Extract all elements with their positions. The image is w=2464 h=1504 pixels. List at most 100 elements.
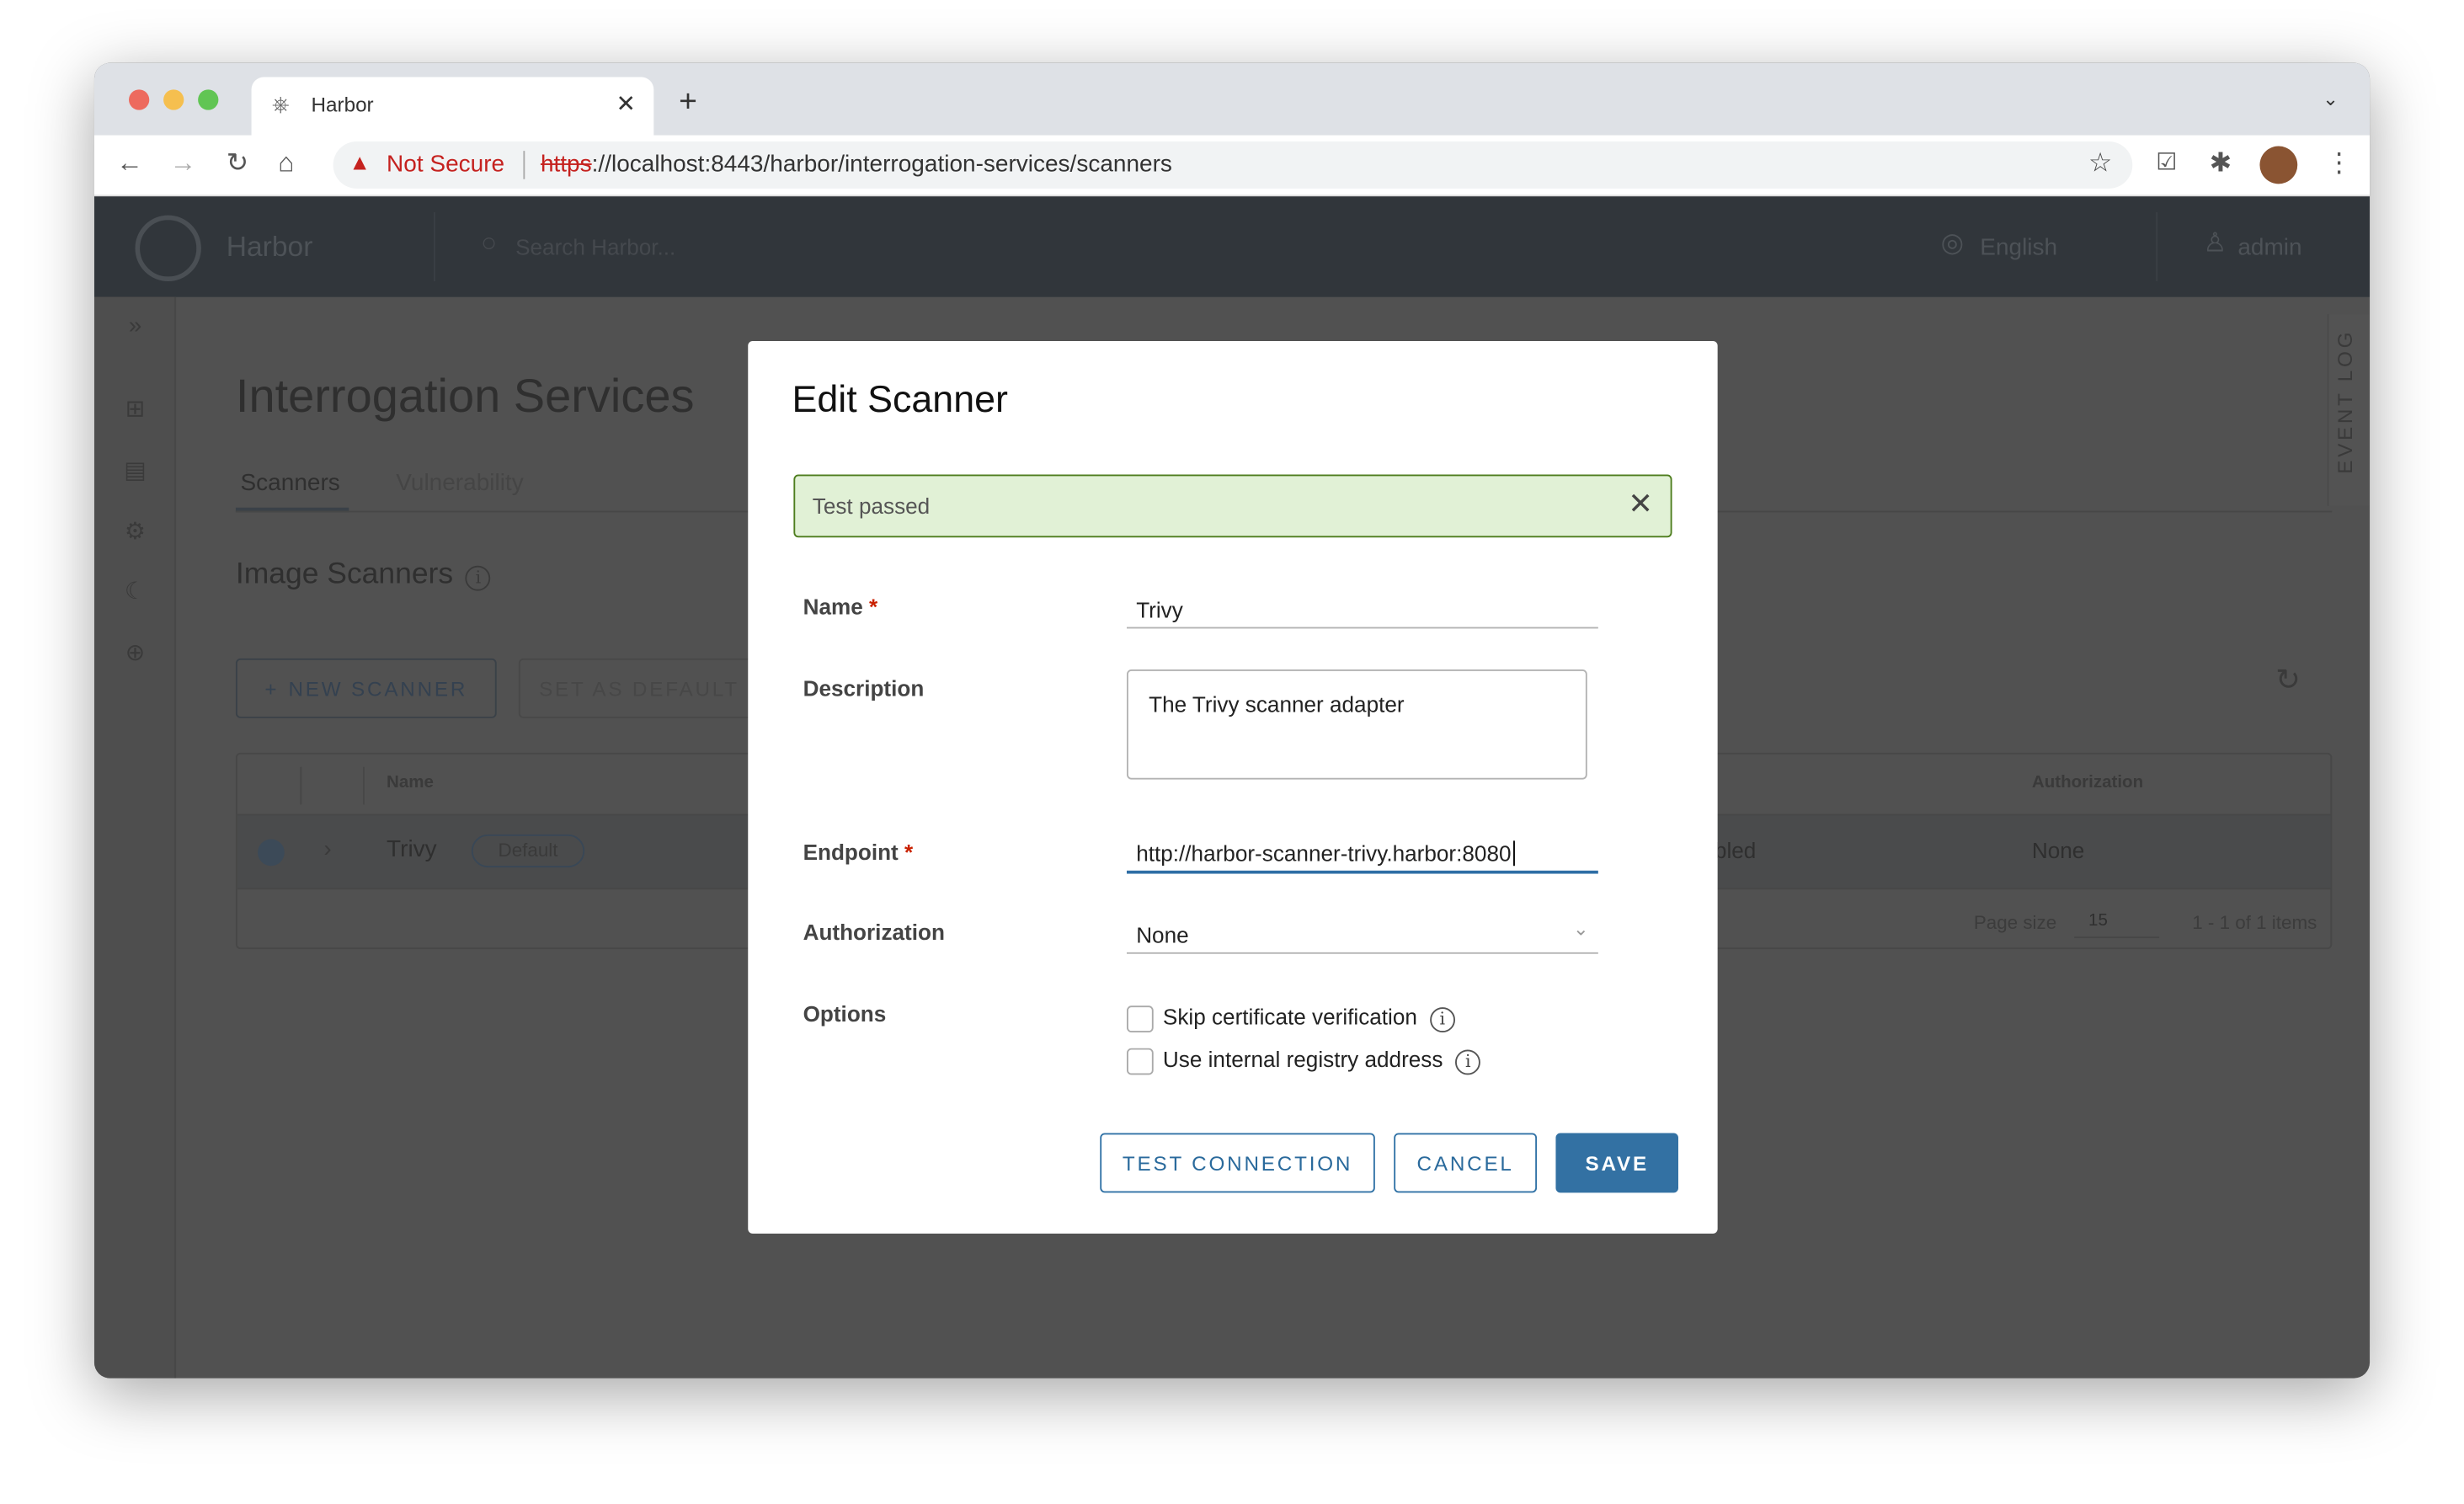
puzzle-extensions-icon[interactable]: ✱ <box>2210 147 2232 179</box>
url-bar[interactable]: ▲ Not Secure https://localhost:8443/harb… <box>333 141 2133 189</box>
page-size-value: 15 <box>2088 911 2108 931</box>
tab-scanners[interactable]: Scanners <box>241 470 340 497</box>
cancel-button[interactable]: CANCEL <box>1394 1133 1538 1193</box>
administration-icon[interactable]: ⚙ <box>121 517 150 546</box>
save-button[interactable]: SAVE <box>1555 1133 1678 1193</box>
url-text: ://localhost:8443/harbor/interrogation-s… <box>591 151 1172 178</box>
close-alert-icon[interactable]: ✕ <box>1628 487 1653 523</box>
divider <box>434 211 435 282</box>
skip-cert-option: Skip certificate verification i <box>1163 1004 1455 1033</box>
event-log-tab[interactable]: EVENT LOG <box>2327 314 2371 506</box>
required-mark: * <box>869 594 878 620</box>
edit-scanner-modal: Edit Scanner Test passed ✕ Name * Trivy … <box>748 340 1718 1234</box>
tab-bar: ⎈ Harbor ✕ + ⌄ <box>93 62 2371 136</box>
api-explorer-icon[interactable]: ⊕ <box>121 638 150 667</box>
bookmark-star-icon[interactable]: ☆ <box>2088 147 2112 179</box>
set-default-button[interactable]: SET AS DEFAULT <box>518 658 771 718</box>
section-title: Image Scanners i <box>236 557 491 592</box>
harbor-logo-icon <box>135 215 201 282</box>
success-alert: Test passed ✕ <box>793 474 1672 538</box>
profile-avatar[interactable] <box>2259 146 2298 184</box>
menu-kebab-icon[interactable]: ⋮ <box>2326 147 2353 179</box>
page-title: Interrogation Services <box>235 371 695 423</box>
browser-tab[interactable]: ⎈ Harbor ✕ <box>251 77 654 136</box>
language-selector[interactable]: English <box>1980 234 2057 261</box>
not-secure-label[interactable]: Not Secure <box>387 151 504 178</box>
harbor-header: Harbor ○ Search Harbor... ◎ English ♙ ad… <box>93 196 2371 297</box>
test-connection-button[interactable]: TEST CONNECTION <box>1100 1133 1375 1193</box>
home-icon[interactable]: ⌂ <box>278 147 294 179</box>
default-badge: Default <box>471 834 585 868</box>
internal-registry-checkbox[interactable] <box>1126 1048 1154 1075</box>
new-scanner-button[interactable]: + NEW SCANNER <box>235 658 497 718</box>
expand-row-chevron-icon[interactable]: › <box>323 836 331 863</box>
set-default-label: SET AS DEFAULT <box>539 677 739 701</box>
info-icon[interactable]: i <box>1455 1049 1481 1075</box>
maximize-window-button[interactable] <box>198 89 219 110</box>
chevron-down-icon: ⌄ <box>1572 917 1589 940</box>
divider <box>523 151 525 179</box>
sidebar: » ⊞ ▤ ⚙ ☾ ⊕ <box>93 296 177 1379</box>
new-tab-icon[interactable]: + <box>679 85 697 121</box>
info-icon[interactable]: i <box>466 565 491 591</box>
projects-icon[interactable]: ⊞ <box>121 394 150 423</box>
reload-icon[interactable]: ↻ <box>227 147 249 179</box>
column-header-name[interactable]: Name <box>387 773 434 792</box>
name-label-text: Name <box>803 594 863 620</box>
scanner-name: Trivy <box>387 835 437 863</box>
modal-title: Edit Scanner <box>792 378 1008 422</box>
page-size-select[interactable]: 15 <box>2074 909 2160 939</box>
new-scanner-label: NEW SCANNER <box>288 676 468 701</box>
expand-sidebar-icon[interactable]: » <box>121 312 150 341</box>
column-header-authorization[interactable]: Authorization <box>2032 773 2143 792</box>
description-textarea[interactable]: The Trivy scanner adapter <box>1126 669 1587 780</box>
endpoint-input[interactable]: http://harbor-scanner-trivy.harbor:8080 <box>1126 831 1598 874</box>
plus-icon: + <box>264 676 280 701</box>
authorization-select[interactable]: None ⌄ <box>1126 913 1598 954</box>
skip-cert-label[interactable]: Skip certificate verification <box>1163 1004 1417 1029</box>
name-value: Trivy <box>1136 597 1183 622</box>
refresh-icon[interactable]: ↻ <box>2275 663 2301 699</box>
page-size-label: Page size <box>1973 911 2057 934</box>
close-tab-icon[interactable]: ✕ <box>616 89 636 118</box>
endpoint-value: http://harbor-scanner-trivy.harbor:8080 <box>1136 840 1512 867</box>
search-input[interactable]: Search Harbor... <box>515 234 675 259</box>
name-label: Name * <box>803 594 878 619</box>
internal-registry-option: Use internal registry address i <box>1163 1047 1481 1075</box>
info-icon[interactable]: i <box>1429 1007 1455 1033</box>
extension-icon[interactable]: ☑ <box>2156 147 2177 176</box>
name-input[interactable]: Trivy <box>1126 588 1598 629</box>
logs-icon[interactable]: ▤ <box>121 456 150 484</box>
forward-icon[interactable]: → <box>170 147 197 179</box>
required-mark: * <box>904 839 914 865</box>
url-scheme: https <box>540 151 592 178</box>
tab-title: Harbor <box>311 93 374 117</box>
scanner-authorization: None <box>2031 837 2085 863</box>
dark-mode-icon[interactable]: ☾ <box>121 577 150 605</box>
user-icon: ♙ <box>2203 227 2227 259</box>
divider <box>363 766 365 805</box>
row-radio[interactable] <box>258 839 285 867</box>
pagination-count: 1 - 1 of 1 items <box>2192 911 2317 934</box>
warning-icon: ▲ <box>349 149 371 175</box>
section-title-text: Image Scanners <box>235 557 454 591</box>
user-menu[interactable]: admin <box>2237 234 2301 261</box>
tab-list-chevron-icon[interactable]: ⌄ <box>2323 88 2339 110</box>
back-icon[interactable]: ← <box>116 147 143 179</box>
options-label: Options <box>803 1000 887 1027</box>
internal-registry-label[interactable]: Use internal registry address <box>1163 1047 1443 1072</box>
endpoint-label-text: Endpoint <box>803 839 899 865</box>
scanner-status: bled <box>1714 837 1757 863</box>
alert-text: Test passed <box>812 493 931 519</box>
minimize-window-button[interactable] <box>163 89 184 110</box>
save-label: SAVE <box>1585 1150 1649 1175</box>
tab-vulnerability[interactable]: Vulnerability <box>396 470 523 497</box>
skip-cert-checkbox[interactable] <box>1126 1005 1154 1033</box>
description-label: Description <box>803 675 925 701</box>
app-name[interactable]: Harbor <box>227 231 313 264</box>
close-window-button[interactable] <box>129 89 150 110</box>
text-cursor <box>1512 840 1515 867</box>
endpoint-label: Endpoint * <box>803 839 914 864</box>
address-toolbar: ← → ↻ ⌂ ▲ Not Secure https://localhost:8… <box>93 135 2371 197</box>
cancel-label: CANCEL <box>1416 1150 1514 1175</box>
